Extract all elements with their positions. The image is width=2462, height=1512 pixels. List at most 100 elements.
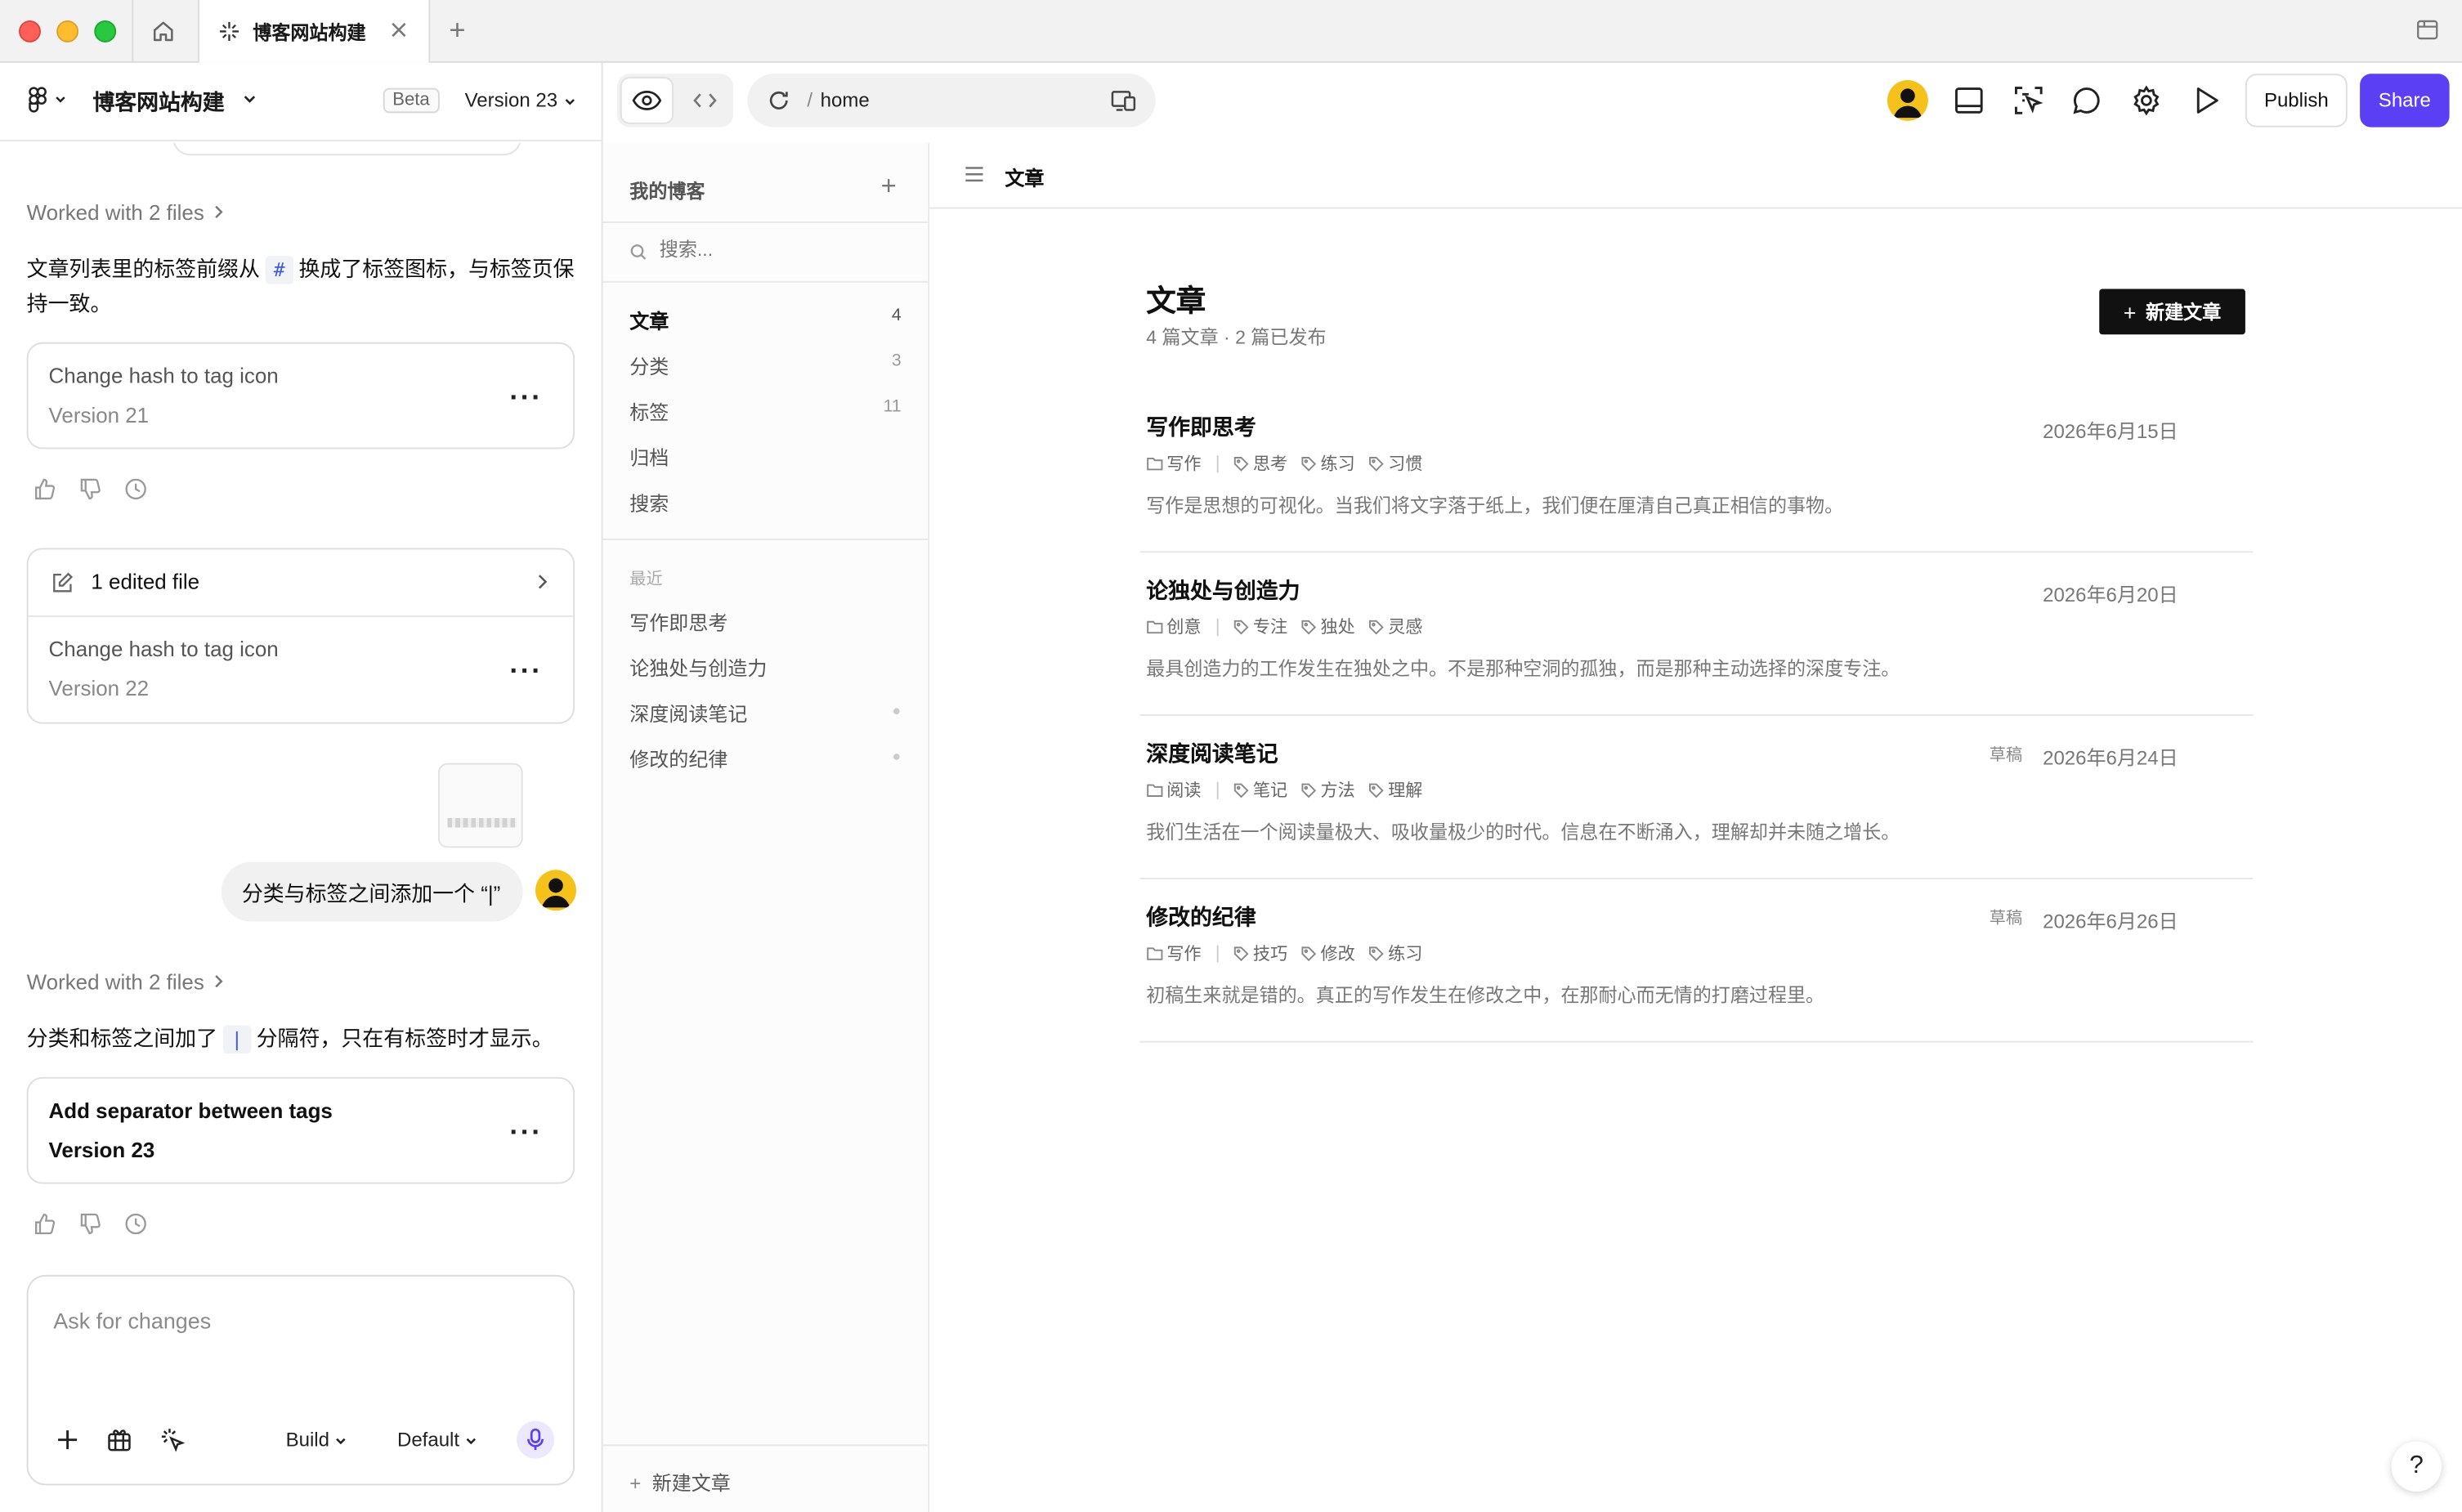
post-title[interactable]: 修改的纪律 xyxy=(1146,901,1256,933)
post-tag[interactable]: 专注 xyxy=(1233,614,1287,639)
search-input[interactable] xyxy=(659,239,895,261)
more-options-button[interactable]: ··· xyxy=(509,656,541,685)
post-tag[interactable]: 修改 xyxy=(1300,941,1355,966)
sidebar-item-count: 11 xyxy=(883,397,902,417)
post-category[interactable]: 写作 xyxy=(1146,450,1201,476)
post-tag[interactable]: 笔记 xyxy=(1233,777,1287,803)
components-button[interactable] xyxy=(105,1425,134,1454)
post-tag[interactable]: 独处 xyxy=(1300,614,1355,639)
post-item[interactable]: 修改的纪律 草稿 2026年6月26日 写作 技巧 修改 练习 初稿生来就是错的… xyxy=(1139,879,2254,1043)
model-selector[interactable]: Default xyxy=(397,1429,477,1451)
more-options-button[interactable]: ··· xyxy=(509,383,541,412)
post-tag[interactable]: 习惯 xyxy=(1368,450,1422,476)
home-tab-button[interactable] xyxy=(145,14,182,48)
user-message: 分类与标签之间添加一个 “|” xyxy=(221,861,523,922)
app-menu-button[interactable] xyxy=(27,87,68,119)
share-button[interactable]: Share xyxy=(2360,74,2450,127)
recent-post-item[interactable]: 深度阅读笔记 xyxy=(603,687,929,733)
post-excerpt: 最具创造力的工作发生在独处之中。不是那种空洞的孤独，而是那种主动选择的深度专注。 xyxy=(1146,657,1900,680)
post-tag[interactable]: 练习 xyxy=(1368,941,1422,966)
sidebar-toggle-button[interactable] xyxy=(2415,17,2440,47)
publish-button[interactable]: Publish xyxy=(2245,74,2348,127)
composer-placeholder[interactable]: Ask for changes xyxy=(53,1308,211,1333)
new-post-button[interactable]: + 新建文章 xyxy=(2099,289,2245,335)
visual-edit-button[interactable] xyxy=(159,1425,187,1454)
layout-panel-button[interactable] xyxy=(1952,83,1986,118)
post-tag[interactable]: 技巧 xyxy=(1233,941,1287,966)
sidebar-item-archive[interactable]: 归档 xyxy=(603,432,929,477)
thumbs-up-icon[interactable] xyxy=(33,1212,56,1236)
worked-files-toggle[interactable]: Worked with 2 files xyxy=(27,970,225,994)
preview-toggle-button[interactable] xyxy=(620,77,674,124)
thumbs-down-icon[interactable] xyxy=(78,1212,102,1236)
version-selector[interactable]: Version 23 xyxy=(465,90,577,111)
recent-post-item[interactable]: 写作即思考 xyxy=(603,597,929,642)
post-tag[interactable]: 思考 xyxy=(1233,450,1287,476)
post-item[interactable]: 深度阅读笔记 草稿 2026年6月24日 阅读 笔记 方法 理解 我们生活在一个… xyxy=(1139,716,2254,879)
post-title[interactable]: 论独处与创造力 xyxy=(1146,575,1300,606)
post-tag[interactable]: 方法 xyxy=(1300,777,1355,803)
new-tab-button[interactable]: + xyxy=(449,16,465,44)
mode-selector[interactable]: Build xyxy=(286,1429,347,1451)
view-toggle xyxy=(616,74,734,127)
sidebar-item-categories[interactable]: 分类 3 xyxy=(603,341,929,387)
add-attachment-button[interactable] xyxy=(53,1425,82,1454)
post-category[interactable]: 创意 xyxy=(1146,614,1201,639)
code-toggle-button[interactable] xyxy=(680,77,730,124)
post-category[interactable]: 阅读 xyxy=(1146,777,1201,803)
post-title[interactable]: 写作即思考 xyxy=(1146,411,1256,442)
close-icon[interactable] xyxy=(387,19,410,41)
voice-input-button[interactable] xyxy=(516,1420,555,1459)
devices-icon[interactable] xyxy=(1110,88,1137,114)
post-category[interactable]: 写作 xyxy=(1146,941,1201,966)
chat-composer[interactable]: Ask for changes Build Default xyxy=(26,1274,575,1486)
avatar[interactable] xyxy=(1887,79,1928,121)
attached-screenshot-thumbnail[interactable] xyxy=(437,763,523,848)
restore-icon[interactable] xyxy=(124,477,148,501)
post-meta: 写作 技巧 修改 练习 xyxy=(1146,941,1435,966)
chevron-down-icon[interactable] xyxy=(242,92,257,105)
version-card[interactable]: Change hash to tag icon Version 21 ··· xyxy=(26,342,575,450)
recent-post-item[interactable]: 修改的纪律 xyxy=(603,733,929,779)
maximize-window-button[interactable] xyxy=(94,20,117,42)
blog-sidebar: 我的博客 + 文章 4 分类 3 标签 11 归档 搜索 最近 写作即思考 论独 xyxy=(602,142,929,1512)
sidebar-item-tags[interactable]: 标签 11 xyxy=(603,387,929,432)
sidebar-item-posts[interactable]: 文章 4 xyxy=(603,295,929,341)
new-post-link[interactable]: + 新建文章 xyxy=(629,1466,731,1496)
select-element-button[interactable] xyxy=(2012,83,2046,118)
project-title[interactable]: 博客网站构建 xyxy=(92,87,224,118)
more-options-button[interactable]: ··· xyxy=(509,1116,543,1148)
close-window-button[interactable] xyxy=(19,20,41,42)
post-excerpt: 写作是思想的可视化。当我们将文字落于纸上，我们便在厘清自己真正相信的事物。 xyxy=(1146,494,1844,517)
figma-logo-icon xyxy=(29,87,65,113)
post-tag[interactable]: 练习 xyxy=(1300,450,1355,476)
sidebar-item-search[interactable]: 搜索 xyxy=(603,477,929,523)
run-preview-button[interactable] xyxy=(2189,83,2223,118)
reload-icon[interactable] xyxy=(766,88,791,114)
recent-post-item[interactable]: 论独处与创造力 xyxy=(603,642,929,688)
restore-icon[interactable] xyxy=(124,1212,148,1236)
divider xyxy=(602,221,929,223)
thumbs-down-icon[interactable] xyxy=(78,477,102,501)
minimize-window-button[interactable] xyxy=(56,20,79,42)
meta-separator xyxy=(1216,617,1219,636)
post-tag[interactable]: 灵感 xyxy=(1368,614,1422,639)
post-item[interactable]: 论独处与创造力 2026年6月20日 创意 专注 独处 灵感 最具创造力的工作发… xyxy=(1139,552,2254,717)
comments-button[interactable] xyxy=(2070,83,2104,118)
url-bar[interactable]: / home xyxy=(747,74,1156,127)
post-tag[interactable]: 理解 xyxy=(1368,777,1422,803)
thumbs-up-icon[interactable] xyxy=(33,477,56,501)
edited-files-label: 1 edited file xyxy=(91,570,200,594)
add-button[interactable]: + xyxy=(881,172,897,199)
edited-files-card: 1 edited file Change hash to tag icon Ve… xyxy=(26,548,575,724)
post-title[interactable]: 深度阅读笔记 xyxy=(1146,738,1278,769)
post-item[interactable]: 写作即思考 2026年6月15日 写作 思考 练习 习惯 写作是思想的可视化。当… xyxy=(1139,389,2254,553)
menu-icon[interactable] xyxy=(964,165,984,184)
tab-project[interactable]: 博客网站构建 xyxy=(198,0,431,63)
more-icon: ··· xyxy=(509,1116,543,1148)
settings-button[interactable] xyxy=(2129,83,2164,118)
version-card[interactable]: Add separator between tags Version 23 ··… xyxy=(26,1076,575,1184)
edited-files-toggle[interactable]: 1 edited file xyxy=(28,549,574,617)
worked-files-toggle[interactable]: Worked with 2 files xyxy=(27,201,225,225)
help-button[interactable]: ? xyxy=(2391,1441,2442,1492)
